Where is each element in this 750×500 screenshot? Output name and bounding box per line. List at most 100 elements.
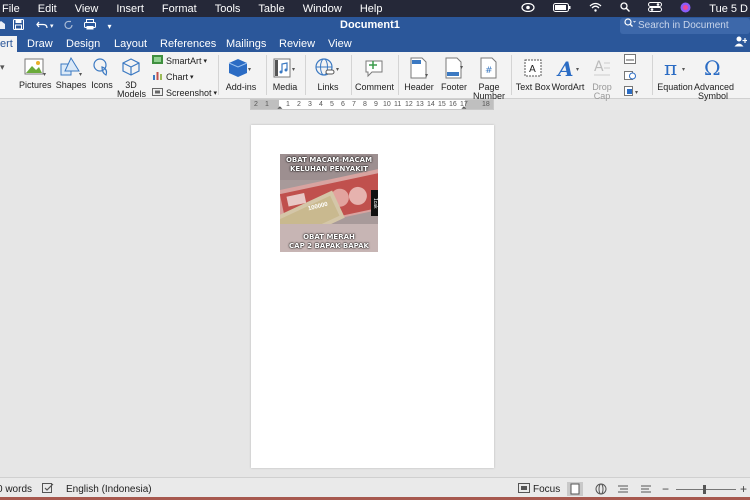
svg-text:▾: ▾: [79, 72, 82, 77]
comment-icon: [355, 57, 393, 81]
add-user-icon[interactable]: [734, 36, 747, 50]
equation-button[interactable]: π ▾ Equation: [656, 56, 694, 92]
battery-icon[interactable]: [544, 2, 580, 15]
focus-icon[interactable]: [518, 483, 530, 496]
ruler-number: 18: [482, 101, 490, 108]
search-input[interactable]: Search in Document: [620, 18, 750, 34]
tab-draw[interactable]: Draw: [27, 38, 53, 50]
menu-insert[interactable]: Insert: [107, 3, 153, 15]
addins-icon: ▾: [224, 57, 258, 81]
tab-view[interactable]: View: [328, 38, 352, 50]
proofing-icon[interactable]: [42, 483, 54, 497]
outline-view-button[interactable]: [615, 482, 631, 496]
redo-icon[interactable]: [63, 20, 74, 33]
ruler-number: 16: [449, 101, 457, 108]
media-button[interactable]: ▾ Media: [270, 57, 300, 92]
horizontal-ruler[interactable]: 2 1 1 2 3 4 5 6 7 8 9 10 11 12 13 14 15 …: [250, 99, 494, 112]
focus-label[interactable]: Focus: [533, 484, 560, 495]
wordart-button[interactable]: A ▾ WordArt: [551, 57, 585, 92]
comment-label: Comment: [355, 82, 395, 92]
ribbon-separator: [351, 55, 352, 95]
control-center-icon[interactable]: [639, 2, 671, 15]
3d-models-button[interactable]: 3D Models: [117, 57, 146, 99]
zoom-slider-thumb[interactable]: [703, 485, 706, 494]
zoom-out-icon[interactable]: −: [662, 482, 669, 496]
advanced-symbol-button[interactable]: Ω Advanced Symbol: [694, 56, 734, 101]
menu-edit[interactable]: Edit: [29, 3, 66, 15]
print-icon[interactable]: [83, 19, 96, 33]
ribbon-separator: [305, 55, 306, 95]
menu-file[interactable]: File: [0, 3, 29, 15]
shapes-button[interactable]: ▾ Shapes: [55, 56, 87, 90]
menu-view[interactable]: View: [66, 3, 108, 15]
menu-format[interactable]: Format: [153, 3, 206, 15]
ruler-number: 11: [394, 101, 402, 108]
eye-icon[interactable]: [512, 2, 544, 15]
chart-button[interactable]: Chart ▾: [152, 71, 194, 82]
icons-button[interactable]: Icons: [90, 57, 114, 90]
clock[interactable]: Tue 5 D: [700, 3, 750, 15]
undo-dropdown-icon[interactable]: ▾: [50, 22, 54, 30]
date-time-icon[interactable]: [624, 70, 642, 83]
ruler-number: 5: [330, 101, 334, 108]
tab-mailings[interactable]: Mailings: [226, 38, 266, 50]
menu-window[interactable]: Window: [294, 3, 351, 15]
links-button[interactable]: ▾ Links: [310, 57, 346, 92]
drop-cap-button[interactable]: A Drop Cap: [588, 57, 616, 101]
svg-text:▾: ▾: [682, 67, 685, 73]
tab-design[interactable]: Design: [66, 38, 100, 50]
menu-tools[interactable]: Tools: [206, 3, 250, 15]
menu-table[interactable]: Table: [249, 3, 293, 15]
print-layout-icon: [570, 483, 580, 495]
ruler-number: 14: [427, 101, 435, 108]
word-count[interactable]: 0 words: [0, 484, 32, 495]
draft-view-button[interactable]: [638, 482, 654, 496]
print-layout-view-button[interactable]: [567, 482, 583, 496]
undo-icon[interactable]: [36, 20, 48, 33]
quick-access-toolbar: ▾ ▾: [0, 18, 112, 34]
customize-toolbar-icon[interactable]: ▾: [108, 22, 112, 31]
tab-review[interactable]: Review: [279, 38, 315, 50]
wifi-icon[interactable]: [580, 2, 611, 15]
cube-icon: [117, 57, 145, 79]
zoom-slider-track[interactable]: [676, 489, 736, 490]
pictures-button[interactable]: ▾ Pictures: [19, 57, 52, 90]
signature-line-icon[interactable]: [624, 54, 642, 67]
home-icon[interactable]: [0, 20, 5, 33]
tab-layout[interactable]: Layout: [114, 38, 147, 50]
ruler-number: 15: [438, 101, 446, 108]
svg-text:A: A: [594, 59, 604, 75]
language[interactable]: English (Indonesia): [66, 484, 152, 495]
links-label: Links: [317, 82, 339, 92]
spotlight-icon[interactable]: [611, 2, 639, 15]
header-button[interactable]: ▾ Header: [403, 57, 435, 92]
comment-button[interactable]: Comment: [355, 57, 395, 92]
web-layout-view-button[interactable]: [593, 482, 609, 496]
text-box-button[interactable]: A Text Box: [515, 57, 551, 92]
ruler-number: 13: [416, 101, 424, 108]
ribbon-separator: [398, 55, 399, 95]
object-icon[interactable]: ▾: [624, 86, 642, 99]
siri-icon[interactable]: [671, 2, 700, 16]
smartart-icon: [152, 55, 163, 66]
outline-icon: [618, 485, 628, 493]
ruler-number: 1: [286, 101, 290, 108]
smartart-button[interactable]: SmartArt ▾: [152, 55, 207, 66]
header-icon: ▾: [403, 57, 435, 81]
icons-label: Icons: [91, 80, 113, 90]
addins-button[interactable]: ▾ Add-ins: [224, 57, 258, 92]
inserted-image[interactable]: OBAT MACAM-MACAM KELUHAN PENYAKIT 100000…: [280, 154, 378, 252]
zoom-in-icon[interactable]: +: [740, 482, 747, 496]
media-icon: ▾: [270, 57, 300, 81]
ribbon-scroll-left-icon[interactable]: ▾: [0, 62, 5, 73]
tab-insert[interactable]: ert: [0, 36, 17, 52]
page-number-button[interactable]: # Page Number: [473, 57, 505, 101]
screenshot-icon: [152, 87, 163, 98]
menu-help[interactable]: Help: [351, 3, 392, 15]
footer-button[interactable]: ▾ Footer: [438, 57, 470, 92]
save-icon[interactable]: [13, 19, 24, 33]
screenshot-button[interactable]: Screenshot ▾: [152, 87, 217, 98]
tab-references[interactable]: References: [160, 38, 216, 50]
ribbon-insert-panel: ▾ ▾ Pictures ▾ Shapes Icons 3D Models Sm…: [0, 52, 750, 101]
footer-icon: ▾: [438, 57, 470, 81]
